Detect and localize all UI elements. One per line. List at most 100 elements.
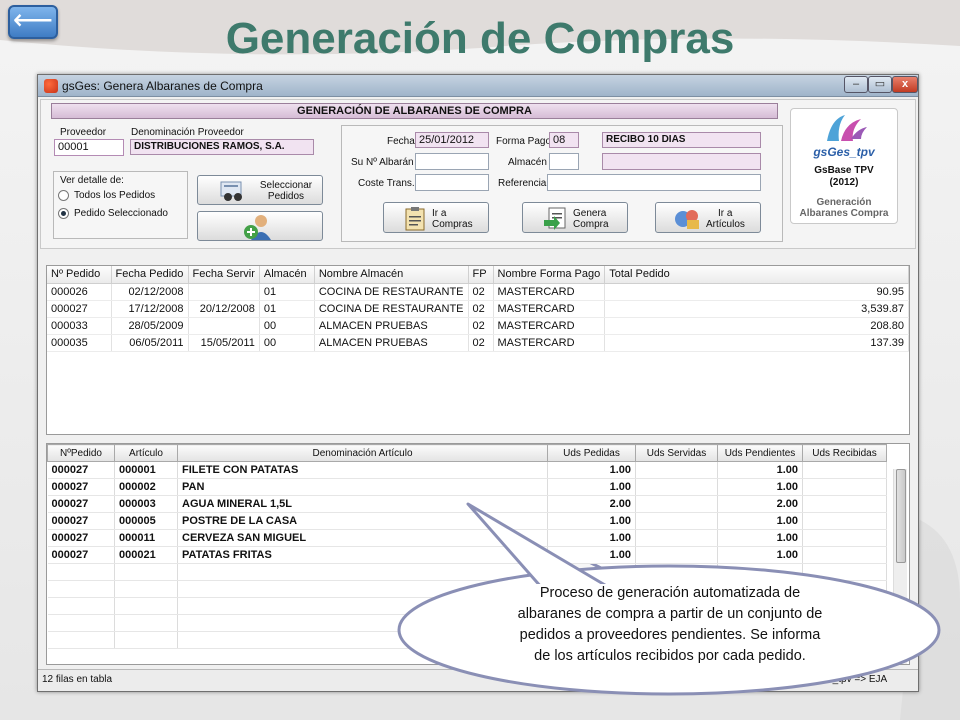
col-uds-servidas[interactable]: Uds Servidas [635,444,718,462]
user-add-icon [244,215,271,240]
maximize-button[interactable]: ▭ [868,76,892,93]
col-almacen[interactable]: Almacén [259,266,315,284]
forma-pago-desc-field: RECIBO 10 DIAS [602,132,761,148]
cell: 000002 [114,478,178,496]
col-uds-pedidas[interactable]: Uds Pedidas [547,444,636,462]
cell: 000035 [47,334,112,352]
cell: COCINA DE RESTAURANTE [314,300,469,318]
col-forma-pago[interactable]: Nombre Forma Pago [493,266,606,284]
genera-compra-button[interactable]: Genera Compra [522,202,628,233]
cell: 000005 [114,512,178,530]
cell[interactable] [635,529,718,547]
radio-todos[interactable] [58,190,69,201]
almacen-desc-field [602,153,761,170]
cell: 000011 [114,529,178,547]
cell: 01 [259,283,315,301]
ir-articulos-line1: Ir a [718,208,733,219]
logo-line3: Generación [816,197,872,208]
cell[interactable] [635,461,718,479]
rows-count: 12 filas en tabla [42,674,113,685]
cell: 3,539.87 [604,300,909,318]
fecha-label: Fecha [387,136,415,147]
detalle-label: Ver detalle de: [60,175,124,186]
table-row[interactable]: 000027 17/12/2008 20/12/2008 01 COCINA DE RE… [47,300,909,318]
referencia-field[interactable] [547,174,761,191]
table-row[interactable]: 000026 02/12/2008 01 COCINA DE RESTAURANTE 0… [47,283,909,301]
cell: 1.00 [717,546,803,564]
seleccionar-line2: Pedidos [267,191,305,202]
table-row[interactable]: 000027 000001 FILETE CON PATATAS 1.00 1.00 [47,461,887,479]
cell: 000027 [47,478,115,496]
cell[interactable] [802,461,887,479]
ir-articulos-line2: Artículos [706,219,745,230]
cell: MASTERCARD [493,317,606,335]
ir-compras-line2: Compras [432,219,473,230]
table-row[interactable]: 000033 28/05/2009 00 ALMACEN PRUEBAS 02 MASTE… [47,317,909,335]
add-proveedor-button[interactable] [197,211,323,241]
products-icon [675,210,699,229]
cell: 00 [259,334,315,352]
genera-line2: Compra [573,219,609,230]
minimize-button[interactable]: – [844,76,868,93]
cell: 000001 [114,461,178,479]
cell: MASTERCARD [493,300,606,318]
cell: 137.39 [604,334,909,352]
cell: MASTERCARD [493,283,606,301]
scrollbar-thumb[interactable] [896,469,906,563]
cell[interactable] [635,478,718,496]
cell: 000027 [47,512,115,530]
forma-pago-code-field[interactable]: 08 [549,132,579,148]
close-button[interactable]: x [892,76,918,93]
cell[interactable] [635,495,718,513]
su-albaran-field[interactable] [415,153,489,170]
table-row[interactable]: 000035 06/05/2011 15/05/2011 00 ALMACEN PRUE… [47,334,909,352]
cell[interactable] [802,495,887,513]
cell: 000033 [47,317,112,335]
callout-line2: albaranes de compra a partir de un conju… [517,606,823,622]
cell[interactable] [802,478,887,496]
cell[interactable] [802,512,887,530]
cell: 1.00 [717,478,803,496]
col-fecha-pedido[interactable]: Fecha Pedido [111,266,189,284]
col-fp[interactable]: FP [468,266,494,284]
col-total[interactable]: Total Pedido [604,266,909,284]
lineas-header-row: NºPedido Artículo Denominación Artículo … [47,444,887,462]
forma-pago-label: Forma Pago [496,136,552,147]
cell: MASTERCARD [493,334,606,352]
coste-label: Coste Trans. [358,178,415,189]
cell: 000027 [47,546,115,564]
col-uds-pendientes[interactable]: Uds Pendientes [717,444,803,462]
proveedor-field[interactable]: 00001 [54,139,124,156]
col-articulo[interactable]: Artículo [114,444,178,462]
radio-todos-label: Todos los Pedidos [74,190,156,201]
su-albaran-label: Su Nº Albarán [351,157,414,168]
col-num-pedido[interactable]: NºPedido [47,444,115,462]
ir-a-compras-button[interactable]: Ir a Compras [383,202,489,233]
cell: ALMACEN PRUEBAS [314,334,469,352]
denominacion-label: Denominación Proveedor [131,127,244,138]
cell: 00 [259,317,315,335]
col-uds-recibidas[interactable]: Uds Recibidas [802,444,887,462]
col-fecha-servir[interactable]: Fecha Servir [188,266,260,284]
fecha-field[interactable]: 25/01/2012 [415,132,489,148]
cell[interactable] [635,546,718,564]
app-icon [44,79,58,93]
cell: 02 [468,283,494,301]
radio-seleccionado[interactable] [58,208,69,219]
denominacion-field: DISTRIBUCIONES RAMOS, S.A. [130,139,314,155]
col-num-pedido[interactable]: Nº Pedido [47,266,112,284]
col-denominacion[interactable]: Denominación Artículo [177,444,548,462]
cell[interactable] [802,529,887,547]
cell: 02 [468,334,494,352]
almacen-code-field[interactable] [549,153,579,170]
binoculars-icon [220,181,242,201]
ir-a-articulos-button[interactable]: Ir a Artículos [655,202,761,233]
coste-field[interactable] [415,174,489,191]
seleccionar-pedidos-button[interactable]: Seleccionar Pedidos [197,175,323,205]
cell: 17/12/2008 [111,300,189,318]
almacen-label: Almacén [508,157,547,168]
cell[interactable] [802,546,887,564]
table-row[interactable]: 000027 000002 PAN 1.00 1.00 [47,478,887,496]
cell[interactable] [635,512,718,530]
col-nombre-almacen[interactable]: Nombre Almacén [314,266,469,284]
